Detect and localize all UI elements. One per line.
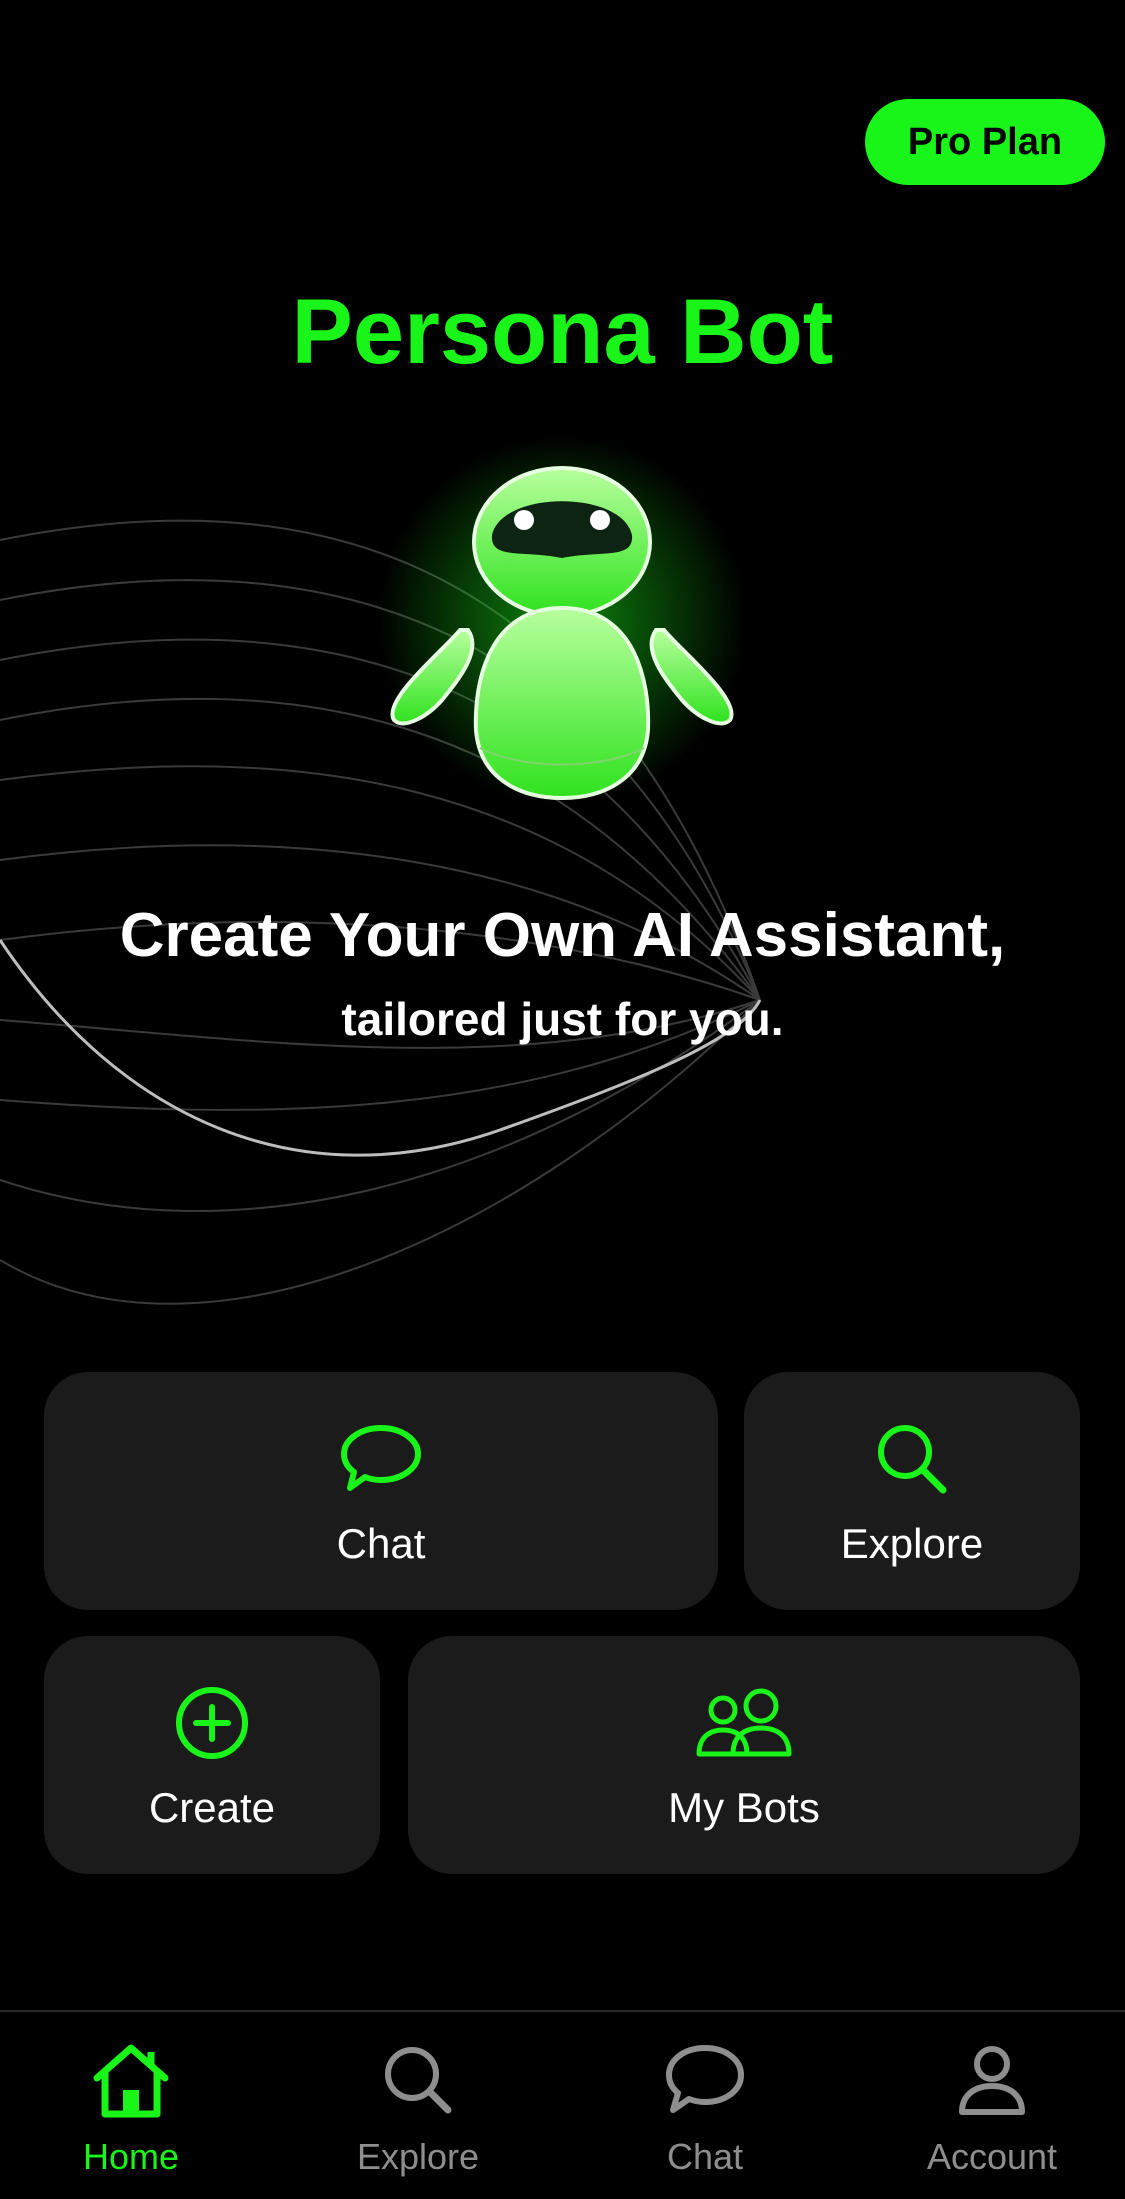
app-title: Persona Bot — [291, 281, 834, 383]
explore-card[interactable]: Explore — [744, 1372, 1080, 1610]
bottom-tab-bar: Home Explore Chat Account — [0, 2010, 1125, 2199]
tab-account[interactable]: Account — [882, 2038, 1102, 2178]
robot-mascot-icon — [377, 435, 747, 805]
chat-bubble-icon — [666, 2045, 744, 2113]
tab-explore[interactable]: Explore — [308, 2038, 528, 2178]
search-icon — [878, 1425, 947, 1494]
tagline: Create Your Own AI Assistant, — [119, 901, 1006, 970]
tab-chat[interactable]: Chat — [595, 2038, 815, 2178]
my-bots-card[interactable]: My Bots — [408, 1636, 1080, 1874]
my-bots-card-label: My Bots — [668, 1784, 820, 1831]
chat-card-label: Chat — [336, 1520, 426, 1567]
tab-chat-label: Chat — [666, 2136, 744, 2177]
create-card-label: Create — [148, 1784, 276, 1831]
tab-account-label: Account — [926, 2136, 1058, 2177]
search-icon — [385, 2047, 452, 2114]
person-icon — [959, 2046, 1025, 2115]
tab-explore-label: Explore — [356, 2136, 480, 2177]
chat-card[interactable]: Chat — [44, 1372, 718, 1610]
chat-bubble-icon — [341, 1425, 421, 1491]
plus-circle-icon — [176, 1687, 248, 1759]
create-card[interactable]: Create — [44, 1636, 380, 1874]
subtagline: tailored just for you. — [341, 993, 784, 1045]
pro-plan-button[interactable]: Pro Plan — [865, 99, 1105, 185]
users-icon — [696, 1688, 792, 1757]
tab-home-label: Home — [82, 2136, 180, 2177]
explore-card-label: Explore — [840, 1520, 984, 1567]
home-icon — [93, 2044, 169, 2118]
tab-home[interactable]: Home — [21, 2038, 241, 2178]
